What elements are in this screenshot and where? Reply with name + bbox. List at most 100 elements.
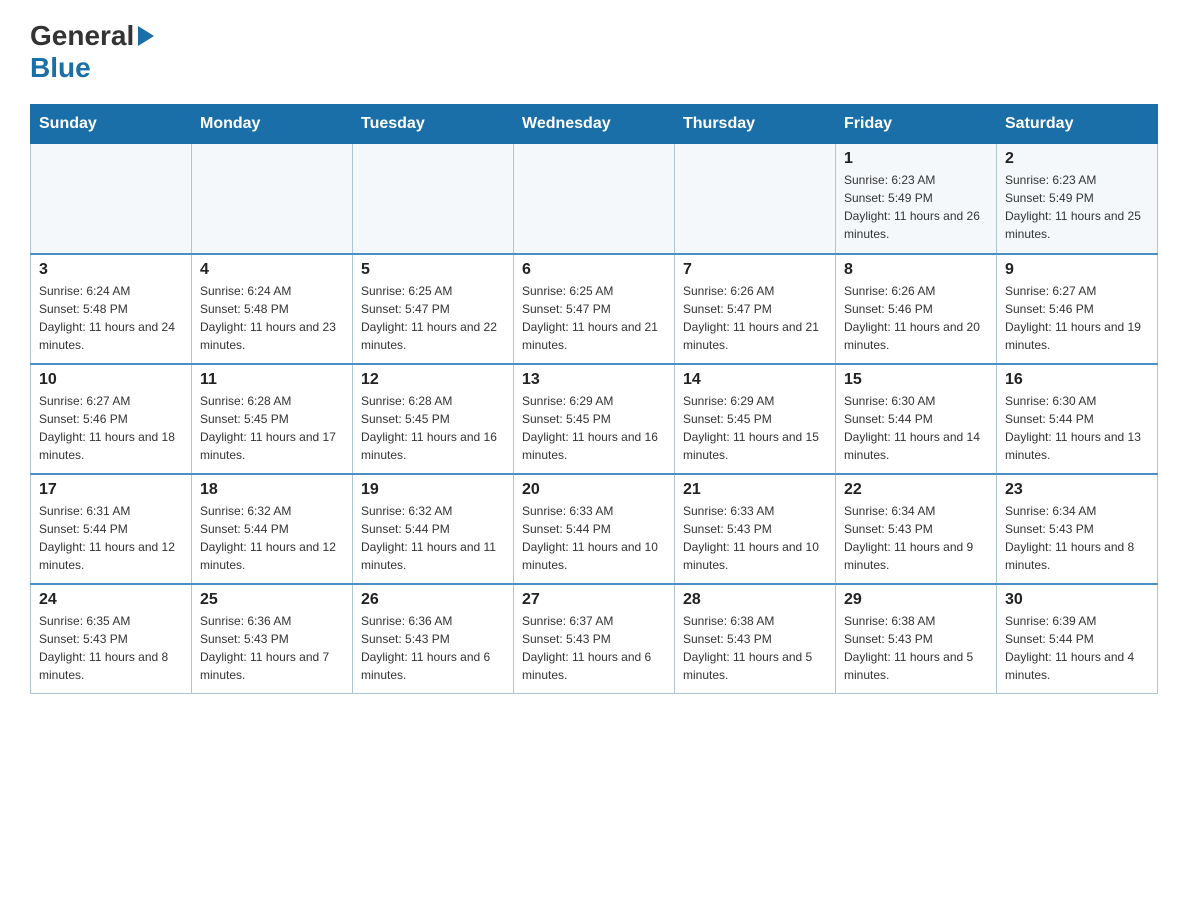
calendar-cell: 12Sunrise: 6:28 AMSunset: 5:45 PMDayligh… — [353, 364, 514, 474]
day-number: 6 — [522, 261, 666, 279]
header-monday: Monday — [192, 105, 353, 144]
day-info: Sunrise: 6:24 AMSunset: 5:48 PMDaylight:… — [39, 282, 183, 354]
day-number: 13 — [522, 371, 666, 389]
day-info: Sunrise: 6:36 AMSunset: 5:43 PMDaylight:… — [200, 612, 344, 684]
day-number: 25 — [200, 591, 344, 609]
day-info: Sunrise: 6:23 AMSunset: 5:49 PMDaylight:… — [1005, 171, 1149, 243]
day-info: Sunrise: 6:38 AMSunset: 5:43 PMDaylight:… — [683, 612, 827, 684]
week-row-3: 17Sunrise: 6:31 AMSunset: 5:44 PMDayligh… — [31, 474, 1158, 584]
calendar-cell: 1Sunrise: 6:23 AMSunset: 5:49 PMDaylight… — [836, 144, 997, 254]
day-info: Sunrise: 6:33 AMSunset: 5:44 PMDaylight:… — [522, 502, 666, 574]
day-number: 12 — [361, 371, 505, 389]
calendar-cell: 6 Sunrise: 6:25 AMSunset: 5:47 PMDaylight… — [514, 254, 675, 364]
calendar-cell: 23 Sunrise: 6:34 AMSunset: 5:43 PMDayligh… — [997, 474, 1158, 584]
calendar-cell: 11 Sunrise: 6:28 AMSunset: 5:45 PMDayligh… — [192, 364, 353, 474]
calendar-cell: 25 Sunrise: 6:36 AMSunset: 5:43 PMDayligh… — [192, 584, 353, 694]
calendar-cell — [514, 144, 675, 254]
day-info: Sunrise: 6:25 AMSunset: 5:47 PMDaylight:… — [522, 282, 666, 354]
calendar-cell: 14 Sunrise: 6:29 AMSunset: 5:45 PMDayligh… — [675, 364, 836, 474]
week-row-4: 24 Sunrise: 6:35 AMSunset: 5:43 PMDayligh… — [31, 584, 1158, 694]
day-info: Sunrise: 6:28 AMSunset: 5:45 PMDaylight:… — [200, 392, 344, 464]
calendar-cell: 19 Sunrise: 6:32 AMSunset: 5:44 PMDayligh… — [353, 474, 514, 584]
page-header: General Blue — [30, 20, 1158, 84]
day-number: 2 — [1005, 150, 1149, 168]
header-friday: Friday — [836, 105, 997, 144]
calendar-cell: 16Sunrise: 6:30 AMSunset: 5:44 PMDayligh… — [997, 364, 1158, 474]
day-info: Sunrise: 6:35 AMSunset: 5:43 PMDaylight:… — [39, 612, 183, 684]
header-wednesday: Wednesday — [514, 105, 675, 144]
week-row-2: 10 Sunrise: 6:27 AMSunset: 5:46 PMDayligh… — [31, 364, 1158, 474]
day-info: Sunrise: 6:32 AMSunset: 5:44 PMDaylight:… — [200, 502, 344, 574]
day-number: 21 — [683, 481, 827, 499]
calendar-cell — [31, 144, 192, 254]
day-info: Sunrise: 6:34 AMSunset: 5:43 PMDaylight:… — [1005, 502, 1149, 574]
day-info: Sunrise: 6:39 AMSunset: 5:44 PMDaylight:… — [1005, 612, 1149, 684]
day-number: 14 — [683, 371, 827, 389]
day-number: 30 — [1005, 591, 1149, 609]
day-number: 11 — [200, 371, 344, 389]
calendar-cell: 26 Sunrise: 6:36 AMSunset: 5:43 PMDayligh… — [353, 584, 514, 694]
week-row-1: 3 Sunrise: 6:24 AMSunset: 5:48 PMDaylight… — [31, 254, 1158, 364]
calendar-cell: 15Sunrise: 6:30 AMSunset: 5:44 PMDayligh… — [836, 364, 997, 474]
day-info: Sunrise: 6:23 AMSunset: 5:49 PMDaylight:… — [844, 171, 988, 243]
logo-arrow-icon — [138, 26, 154, 46]
header-saturday: Saturday — [997, 105, 1158, 144]
day-number: 24 — [39, 591, 183, 609]
day-number: 15 — [844, 371, 988, 389]
week-row-0: 1Sunrise: 6:23 AMSunset: 5:49 PMDaylight… — [31, 144, 1158, 254]
calendar-cell: 29 Sunrise: 6:38 AMSunset: 5:43 PMDayligh… — [836, 584, 997, 694]
calendar-cell: 28 Sunrise: 6:38 AMSunset: 5:43 PMDayligh… — [675, 584, 836, 694]
calendar-cell: 21Sunrise: 6:33 AMSunset: 5:43 PMDayligh… — [675, 474, 836, 584]
day-info: Sunrise: 6:37 AMSunset: 5:43 PMDaylight:… — [522, 612, 666, 684]
calendar-cell: 2 Sunrise: 6:23 AMSunset: 5:49 PMDaylight… — [997, 144, 1158, 254]
header-tuesday: Tuesday — [353, 105, 514, 144]
header-row: SundayMondayTuesdayWednesdayThursdayFrid… — [31, 105, 1158, 144]
day-number: 20 — [522, 481, 666, 499]
calendar-table: SundayMondayTuesdayWednesdayThursdayFrid… — [30, 104, 1158, 694]
calendar-cell: 13Sunrise: 6:29 AMSunset: 5:45 PMDayligh… — [514, 364, 675, 474]
day-number: 8 — [844, 261, 988, 279]
day-info: Sunrise: 6:25 AMSunset: 5:47 PMDaylight:… — [361, 282, 505, 354]
calendar-cell: 22 Sunrise: 6:34 AMSunset: 5:43 PMDayligh… — [836, 474, 997, 584]
day-number: 23 — [1005, 481, 1149, 499]
day-info: Sunrise: 6:29 AMSunset: 5:45 PMDaylight:… — [683, 392, 827, 464]
day-info: Sunrise: 6:26 AMSunset: 5:46 PMDaylight:… — [844, 282, 988, 354]
calendar-cell: 8 Sunrise: 6:26 AMSunset: 5:46 PMDaylight… — [836, 254, 997, 364]
calendar-cell: 18 Sunrise: 6:32 AMSunset: 5:44 PMDayligh… — [192, 474, 353, 584]
calendar-cell: 24 Sunrise: 6:35 AMSunset: 5:43 PMDayligh… — [31, 584, 192, 694]
day-info: Sunrise: 6:38 AMSunset: 5:43 PMDaylight:… — [844, 612, 988, 684]
day-number: 18 — [200, 481, 344, 499]
day-number: 29 — [844, 591, 988, 609]
logo-row: General — [30, 20, 154, 52]
day-number: 19 — [361, 481, 505, 499]
calendar-cell: 5 Sunrise: 6:25 AMSunset: 5:47 PMDaylight… — [353, 254, 514, 364]
day-number: 5 — [361, 261, 505, 279]
logo: General Blue — [30, 20, 154, 84]
day-number: 9 — [1005, 261, 1149, 279]
day-info: Sunrise: 6:32 AMSunset: 5:44 PMDaylight:… — [361, 502, 505, 574]
day-info: Sunrise: 6:27 AMSunset: 5:46 PMDaylight:… — [39, 392, 183, 464]
calendar-cell: 20 Sunrise: 6:33 AMSunset: 5:44 PMDayligh… — [514, 474, 675, 584]
day-number: 16 — [1005, 371, 1149, 389]
calendar-body: 1Sunrise: 6:23 AMSunset: 5:49 PMDaylight… — [31, 144, 1158, 694]
calendar-cell: 17Sunrise: 6:31 AMSunset: 5:44 PMDayligh… — [31, 474, 192, 584]
day-number: 26 — [361, 591, 505, 609]
calendar-cell — [192, 144, 353, 254]
day-info: Sunrise: 6:34 AMSunset: 5:43 PMDaylight:… — [844, 502, 988, 574]
day-number: 22 — [844, 481, 988, 499]
day-number: 10 — [39, 371, 183, 389]
calendar-cell: 27 Sunrise: 6:37 AMSunset: 5:43 PMDayligh… — [514, 584, 675, 694]
day-info: Sunrise: 6:26 AMSunset: 5:47 PMDaylight:… — [683, 282, 827, 354]
day-info: Sunrise: 6:24 AMSunset: 5:48 PMDaylight:… — [200, 282, 344, 354]
day-number: 27 — [522, 591, 666, 609]
calendar-cell: 4Sunrise: 6:24 AMSunset: 5:48 PMDaylight… — [192, 254, 353, 364]
day-number: 3 — [39, 261, 183, 279]
header-thursday: Thursday — [675, 105, 836, 144]
day-info: Sunrise: 6:31 AMSunset: 5:44 PMDaylight:… — [39, 502, 183, 574]
logo-blue-text: Blue — [30, 52, 91, 84]
day-number: 28 — [683, 591, 827, 609]
calendar-cell: 7Sunrise: 6:26 AMSunset: 5:47 PMDaylight… — [675, 254, 836, 364]
calendar-cell — [353, 144, 514, 254]
calendar-header: SundayMondayTuesdayWednesdayThursdayFrid… — [31, 105, 1158, 144]
day-info: Sunrise: 6:36 AMSunset: 5:43 PMDaylight:… — [361, 612, 505, 684]
